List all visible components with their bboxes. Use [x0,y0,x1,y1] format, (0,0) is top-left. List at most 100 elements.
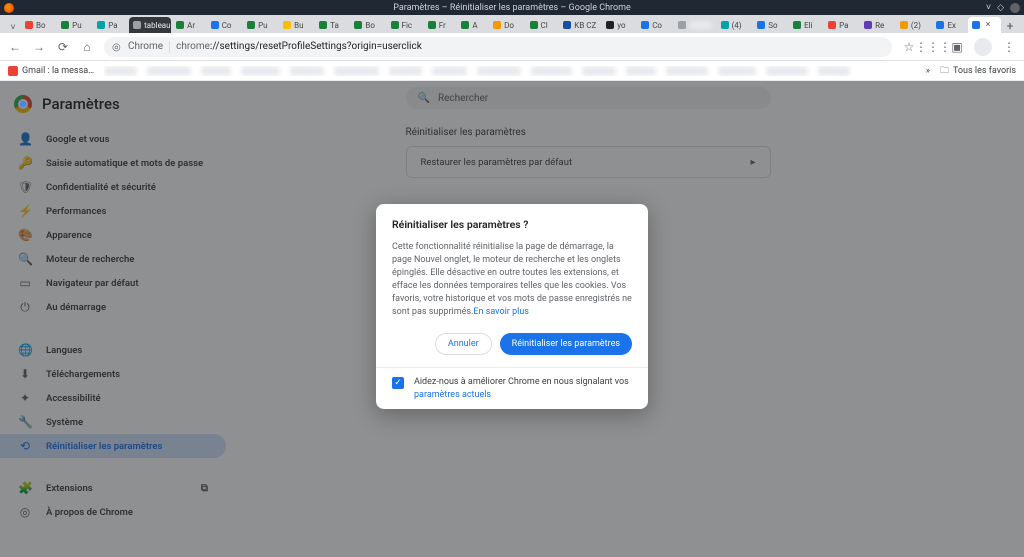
tab-label: Ar [187,21,195,30]
tab-label: Co [222,21,232,30]
bookmark-item-redacted[interactable] [334,66,379,76]
bookmark-label: Gmail : la messa… [22,66,94,76]
tab-label: Ex [947,21,956,30]
bookmark-item-redacted[interactable] [432,66,467,76]
browser-tab[interactable]: So [753,17,788,33]
window-maximize-icon[interactable]: ◇ [997,3,1004,13]
browser-tab[interactable]: × [968,17,1001,33]
browser-tab[interactable]: KB CZ [559,17,601,33]
tab-label: Bo [36,21,46,30]
browser-tab[interactable]: Pu [243,17,278,33]
browser-tab[interactable]: Cl [526,17,559,33]
bookmark-item-redacted[interactable] [626,66,656,76]
browser-tab[interactable]: Co [637,17,672,33]
new-tab-button[interactable]: + [1002,19,1018,33]
tab-strip: ˅ BoPuPatableau googleArCoPuBuTaBoFicFrA… [0,15,1024,33]
tab-label: Do [504,21,514,30]
back-button[interactable]: ← [8,40,22,54]
tab-favicon-icon [428,21,436,29]
browser-tab[interactable]: Co [207,17,242,33]
browser-tab[interactable]: yo [602,17,636,33]
bookmark-bar: Gmail : la messa… » 🗀 Tous les favoris [0,61,1024,81]
bookmark-item-redacted[interactable] [582,66,616,76]
tab-label: (4) [732,21,742,30]
reset-settings-dialog: Réinitialiser les paramètres ? Cette fon… [376,204,648,409]
bookmark-overflow-icon[interactable]: » [926,66,930,76]
panel-icon[interactable]: ▣ [950,40,964,54]
browser-tab[interactable]: Fr [424,17,457,33]
window-close-icon[interactable] [1010,3,1020,13]
reload-button[interactable]: ⟳ [56,40,70,54]
tab-search-icon[interactable]: ˅ [6,22,20,33]
browser-tab[interactable] [674,17,716,33]
apps-grid-icon[interactable]: ⋮⋮⋮ [926,40,940,54]
tab-favicon-icon [61,21,69,29]
tab-label: Pu [258,21,267,30]
dialog-footer-text: Aidez-nous à améliorer Chrome en nous si… [414,376,632,401]
url-scheme: Chrome [128,41,163,52]
tab-label: (2) [911,21,921,30]
window-minimize-icon[interactable]: ˅ [986,2,991,13]
browser-tab[interactable]: (4) [717,17,753,33]
home-button[interactable]: ⌂ [80,40,94,54]
all-bookmarks-button[interactable]: 🗀 Tous les favoris [940,63,1016,79]
os-titlebar: Paramètres – Réinitialiser les paramètre… [0,0,1024,15]
tab-label: Pa [108,21,117,30]
bookmark-item-redacted[interactable] [290,66,324,76]
bookmark-item-redacted[interactable] [389,66,422,76]
tab-label: A [472,21,477,30]
bookmark-item-redacted[interactable] [477,66,521,76]
cancel-button[interactable]: Annuler [435,333,492,355]
browser-tab[interactable]: Bo [21,17,56,33]
tab-favicon-icon [563,21,571,29]
browser-tab[interactable]: Bu [279,17,314,33]
dialog-title: Réinitialiser les paramètres ? [392,218,632,231]
bookmark-item-redacted[interactable] [147,66,191,76]
tab-favicon-icon [757,21,765,29]
browser-tab[interactable]: Pa [93,17,128,33]
bookmark-item-redacted[interactable] [104,66,137,76]
browser-tab[interactable]: Bo [350,17,385,33]
bookmark-star-icon[interactable]: ☆ [902,40,916,54]
report-settings-checkbox[interactable]: ✓ [392,377,404,389]
all-bookmarks-label: Tous les favoris [953,66,1016,76]
bookmark-item-redacted[interactable] [766,66,808,76]
bookmark-item-redacted[interactable] [241,66,280,76]
bookmark-item-redacted[interactable] [666,66,708,76]
browser-tab[interactable]: Ta [315,17,349,33]
tab-label: Ta [330,21,339,30]
confirm-reset-button[interactable]: Réinitialiser les paramètres [500,333,632,355]
tab-label: KB CZ [574,21,596,30]
profile-avatar[interactable] [974,38,992,56]
browser-tab[interactable]: Ar [172,17,206,33]
bookmark-item-redacted[interactable] [531,66,572,76]
tab-close-icon[interactable]: × [986,21,991,30]
bookmark-item[interactable]: Gmail : la messa… [8,66,94,76]
browser-tab[interactable]: Do [489,17,524,33]
tab-label: yo [617,21,625,30]
learn-more-link[interactable]: En savoir plus [473,307,529,317]
tab-favicon-icon [247,21,255,29]
browser-tab[interactable]: Pu [57,17,92,33]
browser-tab[interactable]: Ex [932,17,966,33]
browser-tab[interactable]: Re [860,17,895,33]
overflow-menu-icon[interactable]: ⋮ [1002,40,1016,54]
bookmark-item-redacted[interactable] [818,66,850,76]
forward-button[interactable]: → [32,40,46,54]
browser-tab[interactable]: Eli [789,17,823,33]
browser-tab[interactable]: A [457,17,488,33]
address-bar[interactable]: ◎ Chrome chrome://settings/resetProfileS… [104,37,892,57]
browser-tab[interactable]: Fic [387,17,423,33]
bookmark-item-redacted[interactable] [201,66,231,76]
tab-favicon-icon [641,21,649,29]
firefox-icon [4,3,14,13]
settings-page: Paramètres 👤Google et vous🔑Saisie automa… [0,81,1024,557]
browser-tab[interactable]: Pa [824,17,859,33]
tab-favicon-icon [461,21,469,29]
current-settings-link[interactable]: paramètres actuels [414,390,491,400]
bookmark-item-redacted[interactable] [718,66,756,76]
site-info-icon[interactable]: ◎ [112,42,122,52]
browser-tab[interactable]: (2) [896,17,932,33]
browser-tab[interactable]: tableau google [129,17,171,33]
tab-favicon-icon [391,21,399,29]
